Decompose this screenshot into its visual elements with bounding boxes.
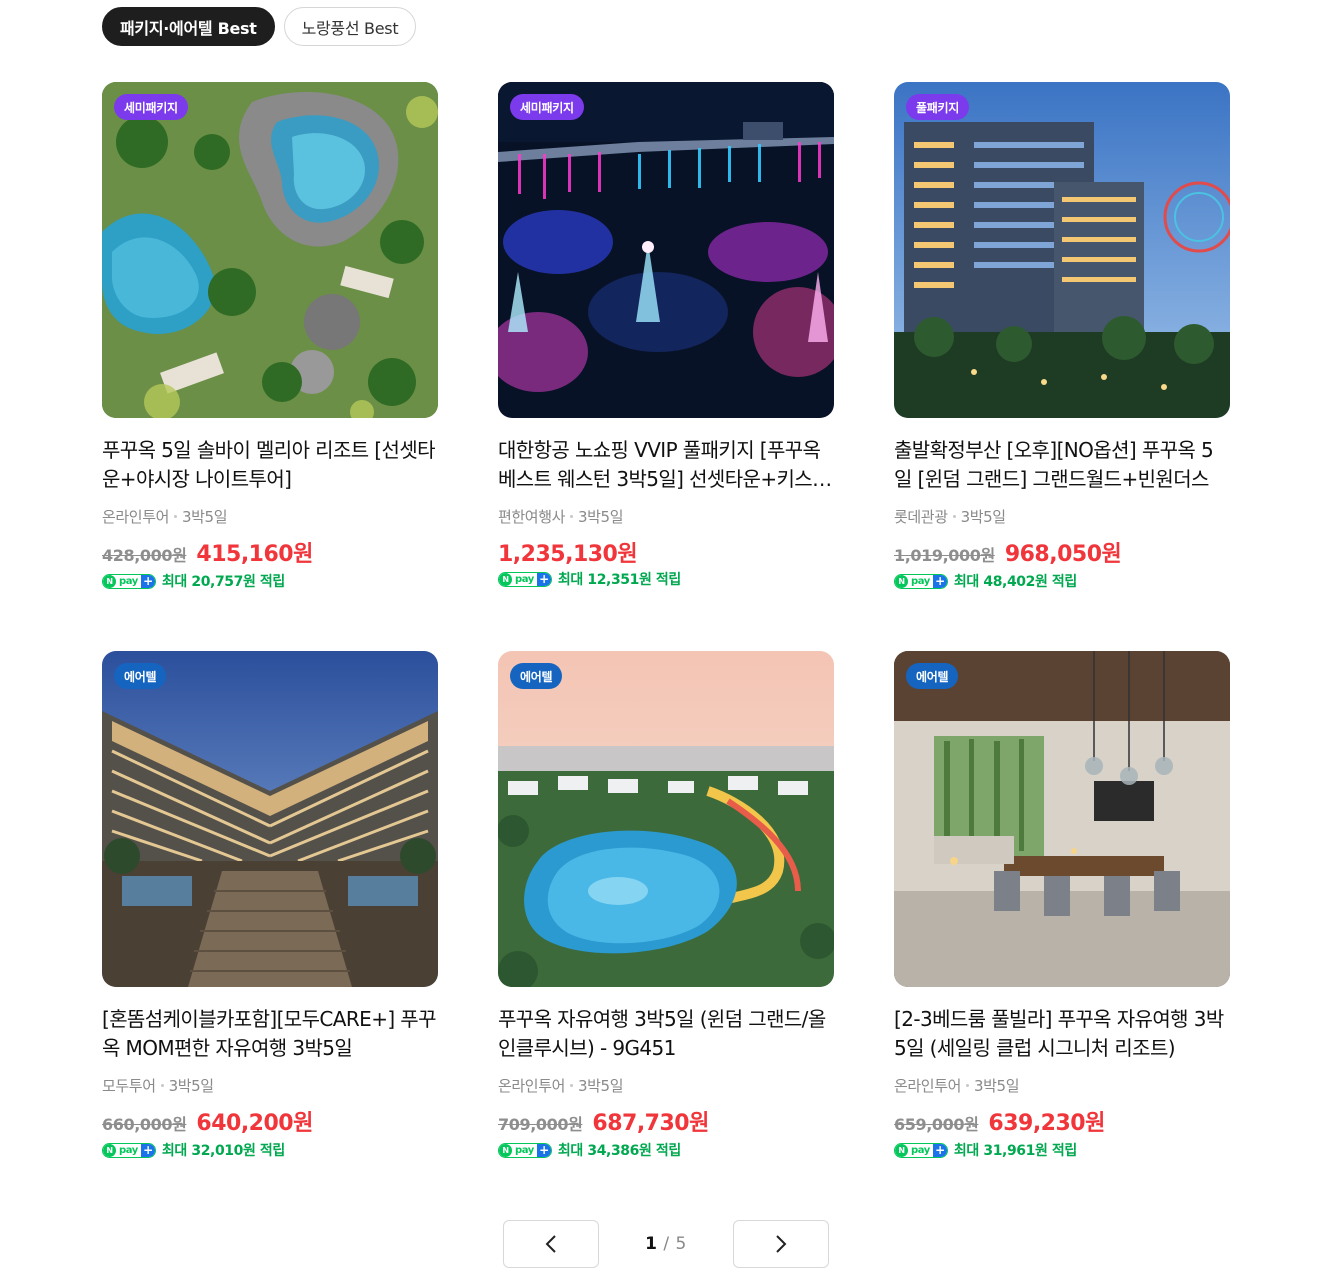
product-meta: 온라인투어 3박5일 [102, 506, 228, 527]
price-row: 1,235,130원 [498, 536, 638, 568]
original-price: 660,000원 [102, 1115, 187, 1134]
trip-duration: 3박5일 [974, 1077, 1020, 1095]
product-card[interactable]: 에어텔 푸꾸옥 자유여행 3박5일 (윈덤 그랜드/올 인클루시브) - 9G4… [498, 651, 834, 1220]
page-separator: / [663, 1234, 670, 1254]
sale-price: 415,160원 [196, 542, 313, 567]
next-page-button[interactable] [733, 1220, 829, 1268]
product-type-badge: 에어텔 [906, 663, 959, 689]
sale-price: 687,730원 [592, 1111, 709, 1136]
product-title[interactable]: 대한항공 노쇼핑 VVIP 풀패키지 [푸꾸옥 베스트 웨스턴 3박5일] 선셋… [498, 436, 834, 494]
reward-text: 최대 20,757원 적립 [161, 574, 285, 590]
agency-name: 롯데관광 [894, 508, 948, 526]
npay-reward: Npay + 최대 34,386원 적립 [498, 1140, 681, 1160]
tab-yellowballoon-best[interactable]: 노랑풍선 Best [283, 7, 417, 46]
product-meta: 롯데관광 3박5일 [894, 506, 1006, 527]
reward-text: 최대 12,351원 적립 [557, 572, 681, 588]
trip-duration: 3박5일 [578, 1077, 624, 1095]
original-price: 659,000원 [894, 1115, 979, 1134]
meta-dot [966, 1084, 970, 1087]
sale-price: 968,050원 [1004, 542, 1122, 567]
trip-duration: 3박5일 [960, 508, 1006, 526]
sale-price: 640,200원 [196, 1111, 313, 1136]
npay-plus-icon: Npay + [894, 1142, 948, 1158]
product-card[interactable]: 풀패키지 출발확정부산 [오후][NO옵션] 푸꾸옥 5일 [윈덤 그랜드] 그… [894, 82, 1230, 651]
price-row: 659,000원 639,230원 [894, 1105, 1105, 1137]
sale-price: 639,230원 [988, 1111, 1105, 1136]
reward-text: 최대 48,402원 적립 [953, 574, 1077, 590]
product-grid: 세미패키지 푸꾸옥 5일 솔바이 멜리아 리조트 [선셋타운+야시장 나이트투어… [102, 82, 1230, 1220]
agency-name: 모두투어 [102, 1077, 156, 1095]
product-image-night-show[interactable]: 세미패키지 [498, 82, 834, 418]
product-card[interactable]: 세미패키지 대한항공 노쇼핑 VVIP 풀패키지 [푸꾸옥 베스트 웨스턴 3박… [498, 82, 834, 651]
agency-name: 온라인투어 [498, 1077, 566, 1095]
product-type-badge: 세미패키지 [114, 94, 188, 120]
product-meta: 온라인투어 3박5일 [498, 1075, 624, 1096]
product-card[interactable]: 에어텔 [혼똠섬케이블카포함][모두CARE+] 푸꾸옥 MOM편한 자유여행 … [102, 651, 438, 1220]
price-row: 428,000원 415,160원 [102, 536, 313, 568]
trip-duration: 3박5일 [578, 508, 624, 526]
product-type-badge: 에어텔 [510, 663, 563, 689]
npay-plus-icon: Npay + [498, 571, 552, 587]
product-type-badge: 풀패키지 [906, 94, 969, 120]
best-tabs: 패키지·에어텔 Best 노랑풍선 Best [102, 7, 417, 46]
product-card[interactable]: 세미패키지 푸꾸옥 5일 솔바이 멜리아 리조트 [선셋타운+야시장 나이트투어… [102, 82, 438, 651]
npay-plus-icon: Npay + [102, 1142, 156, 1158]
npay-plus-icon: Npay + [894, 573, 948, 589]
agency-name: 온라인투어 [894, 1077, 962, 1095]
price-row: 709,000원 687,730원 [498, 1105, 709, 1137]
original-price: 709,000원 [498, 1115, 583, 1134]
product-title[interactable]: [혼똠섬케이블카포함][모두CARE+] 푸꾸옥 MOM편한 자유여행 3박5일 [102, 1005, 438, 1063]
chevron-left-icon [545, 1235, 556, 1253]
agency-name: 편한여행사 [498, 508, 566, 526]
total-pages: 5 [675, 1234, 687, 1254]
product-card[interactable]: 에어텔 [2-3베드룸 풀빌라] 푸꾸옥 자유여행 3박5일 (세일링 클럽 시… [894, 651, 1230, 1220]
meta-dot [570, 1084, 574, 1087]
pagination: 1 / 5 [503, 1220, 829, 1268]
product-image-resort-pool[interactable]: 세미패키지 [102, 82, 438, 418]
product-image-hotel[interactable]: 풀패키지 [894, 82, 1230, 418]
trip-duration: 3박5일 [182, 508, 228, 526]
npay-plus-icon: Npay + [102, 573, 156, 589]
chevron-right-icon [776, 1235, 787, 1253]
product-meta: 편한여행사 3박5일 [498, 506, 624, 527]
product-title[interactable]: [2-3베드룸 풀빌라] 푸꾸옥 자유여행 3박5일 (세일링 클럽 시그니처 … [894, 1005, 1230, 1063]
trip-duration: 3박5일 [168, 1077, 214, 1095]
product-title[interactable]: 푸꾸옥 자유여행 3박5일 (윈덤 그랜드/올 인클루시브) - 9G451 [498, 1005, 834, 1063]
reward-text: 최대 34,386원 적립 [557, 1143, 681, 1159]
reward-text: 최대 32,010원 적립 [161, 1143, 285, 1159]
npay-reward: Npay + 최대 31,961원 적립 [894, 1140, 1077, 1160]
product-type-badge: 세미패키지 [510, 94, 584, 120]
tab-package-best[interactable]: 패키지·에어텔 Best [102, 7, 275, 46]
product-image-waterpark[interactable]: 에어텔 [498, 651, 834, 987]
original-price: 428,000원 [102, 546, 187, 565]
product-type-badge: 에어텔 [114, 663, 167, 689]
product-meta: 온라인투어 3박5일 [894, 1075, 1020, 1096]
meta-dot [174, 515, 178, 518]
original-price: 1,019,000원 [894, 546, 995, 565]
product-image-villa-interior[interactable]: 에어텔 [894, 651, 1230, 987]
sale-price: 1,235,130원 [498, 542, 638, 567]
product-image-v-hotel[interactable]: 에어텔 [102, 651, 438, 987]
current-page: 1 [645, 1234, 658, 1254]
product-meta: 모두투어 3박5일 [102, 1075, 214, 1096]
price-row: 1,019,000원 968,050원 [894, 536, 1122, 568]
reward-text: 최대 31,961원 적립 [953, 1143, 1077, 1159]
npay-plus-icon: Npay + [498, 1142, 552, 1158]
price-row: 660,000원 640,200원 [102, 1105, 313, 1137]
npay-reward: Npay + 최대 48,402원 적립 [894, 571, 1077, 591]
npay-reward: Npay + 최대 20,757원 적립 [102, 571, 285, 591]
product-title[interactable]: 푸꾸옥 5일 솔바이 멜리아 리조트 [선셋타운+야시장 나이트투어] [102, 436, 438, 494]
npay-reward: Npay + 최대 32,010원 적립 [102, 1140, 285, 1160]
meta-dot [160, 1084, 164, 1087]
agency-name: 온라인투어 [102, 508, 170, 526]
product-title[interactable]: 출발확정부산 [오후][NO옵션] 푸꾸옥 5일 [윈덤 그랜드] 그랜드월드+… [894, 436, 1230, 494]
prev-page-button[interactable] [503, 1220, 599, 1268]
meta-dot [952, 515, 956, 518]
meta-dot [570, 515, 574, 518]
npay-reward: Npay + 최대 12,351원 적립 [498, 569, 681, 589]
page-indicator: 1 / 5 [645, 1234, 687, 1254]
